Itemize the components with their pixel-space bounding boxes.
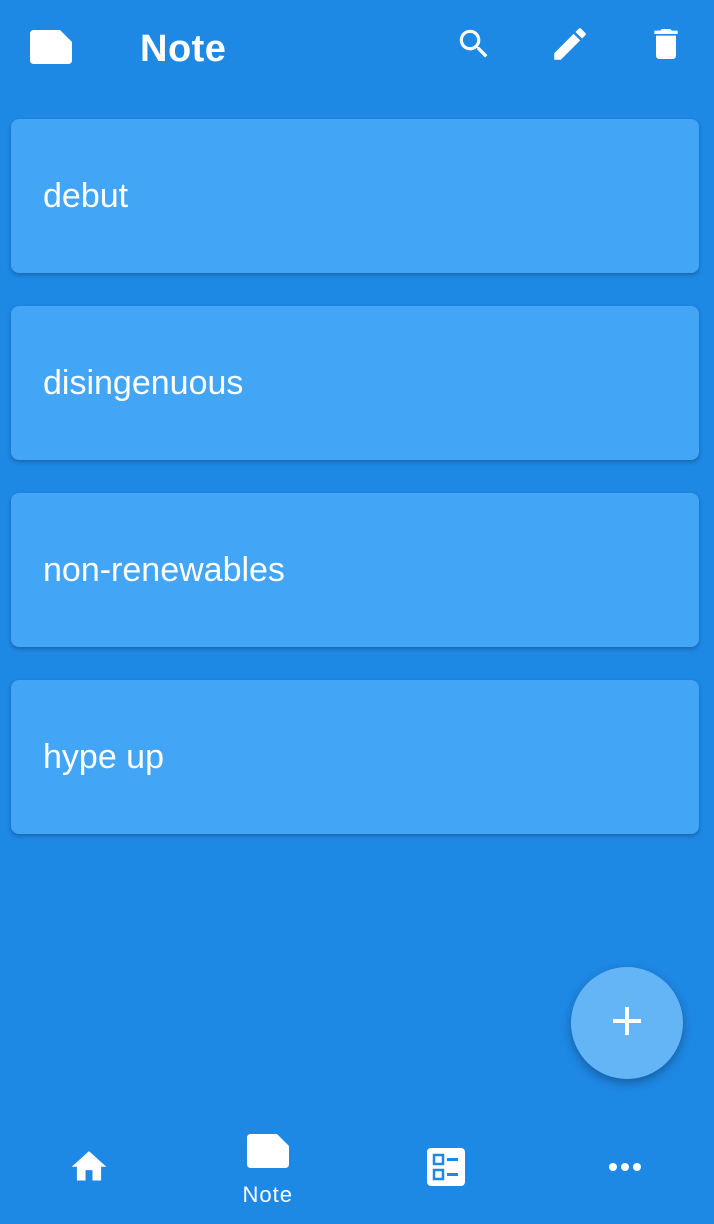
add-note-button[interactable] — [571, 967, 683, 1079]
note-list: debut disingenuous non-renewables hype u… — [11, 119, 699, 867]
note-card[interactable]: non-renewables — [11, 493, 699, 647]
search-button[interactable] — [452, 24, 496, 68]
checklist-icon — [427, 1148, 466, 1191]
nav-label-note: Note — [242, 1182, 293, 1207]
note-card[interactable]: disingenuous — [11, 306, 699, 460]
nav-item-checklist[interactable] — [357, 1110, 536, 1224]
pencil-icon — [549, 23, 591, 70]
note-card[interactable]: debut — [11, 119, 699, 273]
plus-icon — [611, 1005, 643, 1042]
note-card[interactable]: hype up — [11, 680, 699, 834]
bottom-navigation: Note — [0, 1110, 714, 1224]
trash-icon — [646, 24, 686, 69]
note-icon — [246, 1134, 289, 1173]
page-title: Note — [140, 28, 227, 70]
search-icon — [455, 25, 493, 68]
top-app-bar: Note — [0, 0, 714, 100]
nav-item-note[interactable]: Note — [179, 1110, 358, 1224]
note-text: disingenuous — [43, 364, 244, 402]
note-text: debut — [43, 177, 129, 215]
note-icon — [30, 30, 72, 64]
nav-item-more[interactable] — [536, 1110, 714, 1224]
home-icon — [68, 1146, 110, 1189]
more-horizontal-icon — [608, 1160, 642, 1178]
note-text: hype up — [43, 738, 164, 776]
delete-button[interactable] — [644, 24, 688, 68]
note-text: non-renewables — [43, 551, 285, 589]
edit-button[interactable] — [548, 24, 592, 68]
nav-item-home[interactable] — [0, 1110, 179, 1224]
